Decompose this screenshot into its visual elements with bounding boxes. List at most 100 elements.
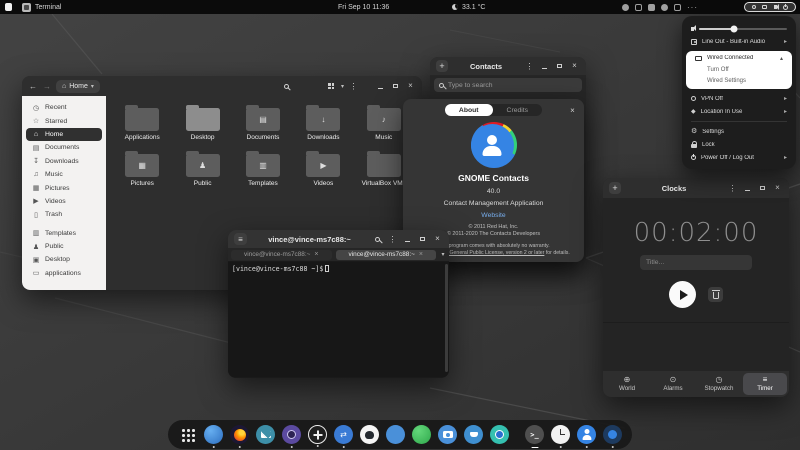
green-app-icon[interactable] (412, 425, 431, 444)
tab-timer[interactable]: ≡Timer (743, 373, 787, 395)
maximize-button[interactable] (554, 61, 565, 72)
wired-settings-item[interactable]: Wired Settings (686, 75, 792, 86)
tray-overflow-icon[interactable]: ··· (687, 3, 698, 12)
minimize-button[interactable] (742, 183, 753, 194)
lock-item[interactable]: Lock (682, 138, 796, 151)
folder-templates[interactable]: ▥Templates (233, 150, 293, 187)
terminal-app-icon[interactable]: >_ (525, 425, 544, 444)
folder-applications[interactable]: Applications (112, 104, 172, 141)
plain-blue-app-icon[interactable] (386, 425, 405, 444)
volume-slider[interactable] (699, 28, 788, 30)
network-turn-off-item[interactable]: Turn Off (686, 64, 792, 75)
scrollbar[interactable] (445, 264, 448, 372)
sidebar-item-starred[interactable]: ☆Starred (26, 114, 102, 127)
sidebar-item-home[interactable]: ⌂Home (26, 128, 102, 141)
sidebar-item-videos[interactable]: ▶Videos (26, 195, 102, 208)
menu-button[interactable]: ⋮ (727, 183, 738, 194)
weather-widget[interactable]: 33.1 °C (452, 0, 485, 14)
tray-icon-3[interactable] (648, 4, 655, 11)
blue-app2-icon[interactable] (464, 425, 483, 444)
camera-app-icon[interactable] (438, 425, 457, 444)
sidebar-item-templates[interactable]: ▥Templates (26, 227, 102, 240)
sidebar-item-applications[interactable]: ▭applications (26, 267, 102, 280)
forward-button[interactable]: → (42, 82, 52, 91)
search-button[interactable] (281, 81, 292, 92)
sidebar-item-pictures[interactable]: ▦Pictures (26, 181, 102, 194)
folder-documents[interactable]: ▤Documents (233, 104, 293, 141)
tray-icon-2[interactable] (635, 4, 642, 11)
tab-world[interactable]: ⊕World (605, 373, 649, 395)
tab-credits[interactable]: Credits (493, 104, 543, 116)
tray-icon-1[interactable] (622, 4, 629, 11)
audio-device-item[interactable]: Line Out - Built-in Audio ▸ (682, 35, 796, 48)
search-button[interactable] (372, 234, 383, 245)
timer-start-button[interactable] (669, 281, 696, 308)
path-button[interactable]: ⌂ Home ▾ (56, 80, 100, 93)
sidebar-item-downloads[interactable]: ↧Downloads (26, 155, 102, 168)
minimize-button[interactable] (375, 81, 386, 92)
tab-list-button[interactable]: ▾ (437, 248, 449, 261)
sidebar-item-documents[interactable]: ▤Documents (26, 141, 102, 154)
blue-app-icon[interactable] (204, 425, 223, 444)
view-options-button[interactable]: ▾ (341, 83, 344, 90)
close-button[interactable]: × (405, 81, 416, 92)
sidebar-item-music[interactable]: ♫Music (26, 168, 102, 181)
folder-videos[interactable]: ▶Videos (293, 150, 353, 187)
teal-app-icon[interactable] (490, 425, 509, 444)
activities-indicator[interactable] (5, 3, 12, 11)
add-button[interactable]: + (609, 182, 621, 194)
folder-pictures[interactable]: ▦Pictures (112, 150, 172, 187)
terminal-tab-2[interactable]: vince@vince-ms7c88:~× (336, 250, 437, 260)
mail-app-icon[interactable] (256, 425, 275, 444)
tab-alarms[interactable]: ⊙Alarms (651, 373, 695, 395)
tray-icon-5[interactable] (674, 4, 681, 11)
blue-arrows-app-icon[interactable]: ⇄ (334, 425, 353, 444)
maximize-button[interactable] (417, 234, 428, 245)
timer-delete-button[interactable] (708, 287, 723, 302)
close-button[interactable]: × (772, 183, 783, 194)
minimize-button[interactable] (539, 61, 550, 72)
focused-app-menu[interactable]: Terminal (22, 0, 61, 14)
menu-button[interactable]: ⋮ (348, 81, 359, 92)
sidebar-item-trash[interactable]: ▯Trash (26, 208, 102, 221)
sidebar-item-public[interactable]: ♟Public (26, 240, 102, 253)
tab-about[interactable]: About (445, 104, 493, 116)
tray-icon-4[interactable] (661, 4, 668, 11)
license-link[interactable]: GNU General Public License, version 2 or… (437, 250, 545, 256)
hamburger-menu-button[interactable]: ≡ (234, 233, 247, 245)
app-grid-icon[interactable] (178, 425, 197, 444)
location-item[interactable]: ◆ Location In Use ▸ (682, 105, 796, 118)
system-status-area[interactable] (744, 2, 796, 12)
menu-button[interactable]: ⋮ (387, 234, 398, 245)
contacts-search-input[interactable]: Type to search (434, 78, 582, 92)
purple-app-icon[interactable] (282, 425, 301, 444)
wired-connected-item[interactable]: Wired Connected ▴ (686, 52, 792, 64)
view-toggle-button[interactable] (326, 81, 337, 92)
tab-stopwatch[interactable]: ◷Stopwatch (697, 373, 741, 395)
sidebar-item-desktop[interactable]: ▣Desktop (26, 253, 102, 266)
vpn-item[interactable]: VPN Off ▸ (682, 92, 796, 105)
back-button[interactable]: ← (28, 82, 38, 91)
dark-cross-app-icon[interactable] (308, 425, 327, 444)
close-tab-icon[interactable]: × (314, 251, 318, 258)
add-contact-button[interactable]: + (436, 60, 448, 72)
maximize-button[interactable] (757, 183, 768, 194)
firefox-icon[interactable] (230, 425, 249, 444)
close-button[interactable]: × (569, 61, 580, 72)
maximize-button[interactable] (390, 81, 401, 92)
close-button[interactable]: × (432, 234, 443, 245)
terminal-content[interactable]: [vince@vince-ms7c88 ~]$ (228, 262, 449, 377)
blue-dot-app-icon[interactable] (603, 425, 622, 444)
website-link[interactable]: Website (403, 212, 584, 219)
minimize-button[interactable] (402, 234, 413, 245)
clock-menu[interactable]: Fri Sep 10 11:36 (338, 0, 389, 14)
folder-downloads[interactable]: ↓Downloads (293, 104, 353, 141)
terminal-tab-1[interactable]: vince@vince-ms7c88:~× (231, 250, 332, 260)
sidebar-item-recent[interactable]: ◷Recent (26, 101, 102, 114)
folder-desktop[interactable]: Desktop (172, 104, 232, 141)
clocks-app-icon[interactable] (551, 425, 570, 444)
menu-button[interactable]: ⋮ (524, 61, 535, 72)
folder-public[interactable]: ♟Public (172, 150, 232, 187)
github-icon[interactable] (360, 425, 379, 444)
volume-slider-knob[interactable] (730, 25, 737, 32)
